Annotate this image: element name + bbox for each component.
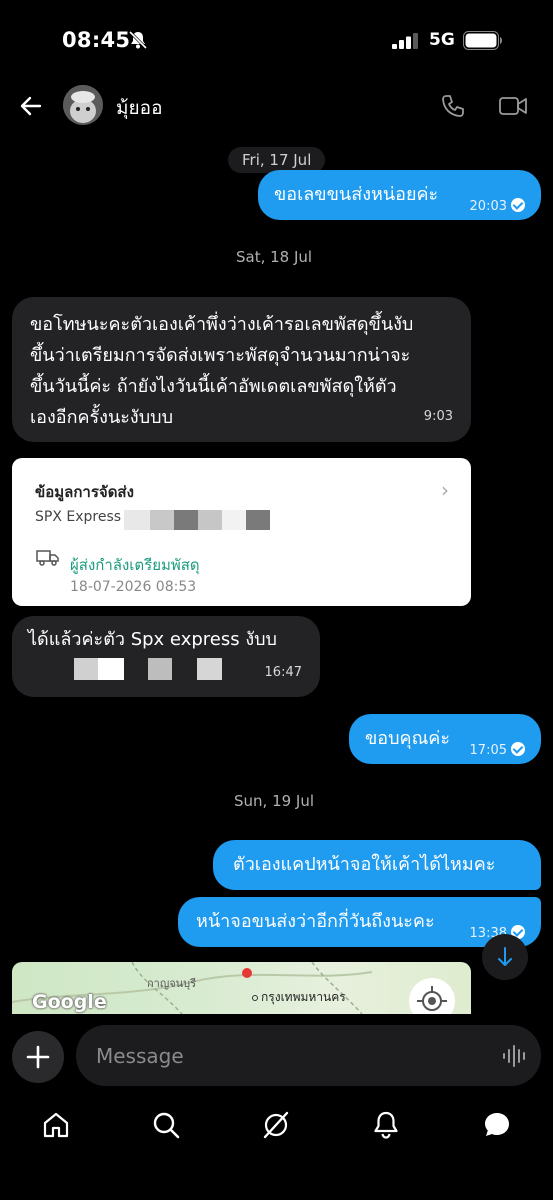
shipment-status: ผู้ส่งกำลังเตรียมพัสดุ — [70, 556, 200, 574]
message-line: ขอโทษนะคะตัวเองเค้าพึ่งว่างเค้ารอเลขพัสด… — [30, 314, 414, 335]
message-meta: 20:03 — [470, 191, 525, 221]
locate-button[interactable] — [409, 978, 455, 1014]
date-label: Sun, 19 Jul — [234, 792, 315, 810]
search-icon[interactable] — [151, 1110, 181, 1140]
truck-icon — [36, 550, 59, 566]
redacted-block — [124, 510, 150, 530]
messages-icon[interactable] — [482, 1110, 512, 1140]
shipment-carrier: SPX Express — [35, 509, 122, 525]
map-pin-icon — [242, 968, 252, 978]
message-text: ได้แล้วค่ะตัว Spx express งับบ — [28, 629, 277, 650]
message-time: 17:05 — [469, 743, 507, 758]
message-meta: 17:05 — [470, 735, 525, 765]
notifications-icon[interactable] — [371, 1110, 401, 1140]
arrow-down-icon — [498, 947, 512, 966]
date-separator: Fri, 17 Jul — [228, 147, 326, 173]
network-type: 5G — [429, 30, 455, 50]
message-line: ขึ้นว่าเตรียมการจัดส่งเพราะพัสดุจำนวนมาก… — [30, 345, 411, 366]
message-text: หน้าจอขนส่งว่าอีกกี่วันถึงนะคะ — [196, 911, 435, 932]
redacted-block — [148, 658, 172, 680]
message-line: ขึ้นวันนี้ค่ะ ถ้ายังไงวันนี้เค้าอัพเดตเล… — [30, 376, 397, 397]
bell-muted-icon — [128, 30, 148, 50]
redacted-block — [174, 510, 198, 530]
message-time: 9:03 — [423, 409, 453, 424]
message-outgoing[interactable]: ตัวเองแคปหน้าจอให้เค้าได้ไหมคะ — [213, 840, 541, 890]
home-icon[interactable] — [41, 1110, 71, 1140]
redacted-block — [74, 658, 98, 680]
message-incoming[interactable]: ขอโทษนะคะตัวเองเค้าพึ่งว่างเค้ารอเลขพัสด… — [12, 297, 471, 442]
read-check-icon — [511, 742, 525, 756]
read-check-icon — [511, 198, 525, 212]
date-label: Sat, 18 Jul — [236, 248, 313, 266]
message-line: เองอีกครั้งนะงับบบ — [30, 407, 173, 428]
shipment-timestamp: 18-07-2026 08:53 — [70, 579, 197, 595]
contact-name[interactable]: มุ้ยออ — [116, 93, 162, 123]
redacted-block — [150, 510, 174, 530]
battery-icon — [463, 31, 502, 50]
message-text: ขอบคุณค่ะ — [365, 728, 450, 749]
add-attachment-button[interactable] — [12, 1031, 64, 1083]
message-outgoing[interactable]: ขอบคุณค่ะ 17:05 — [349, 714, 541, 764]
contact-avatar[interactable] — [63, 85, 103, 125]
scroll-to-bottom-button[interactable] — [482, 934, 528, 980]
status-time: 08:45 — [62, 28, 131, 52]
redacted-block — [198, 510, 222, 530]
back-arrow-icon[interactable] — [18, 93, 44, 119]
message-incoming[interactable]: ได้แล้วค่ะตัว Spx express งับบ 16:47 — [12, 616, 320, 697]
map-city-text: กรุงเทพมหานคร — [261, 990, 346, 1004]
phone-call-icon[interactable] — [440, 93, 466, 119]
message-outgoing[interactable]: ขอเลขขนส่งหน่อยค่ะ 20:03 — [258, 170, 541, 220]
google-logo: Google — [32, 991, 107, 1013]
message-time: 16:47 — [264, 665, 302, 680]
message-input[interactable] — [76, 1025, 541, 1086]
redacted-block — [222, 510, 246, 530]
grok-icon[interactable] — [261, 1110, 291, 1140]
message-text: ขอเลขขนส่งหน่อยค่ะ — [274, 184, 439, 205]
date-separator: Sat, 18 Jul — [236, 248, 312, 266]
plus-icon — [26, 1045, 50, 1069]
message-text: ตัวเองแคปหน้าจอให้เค้าได้ไหมคะ — [233, 854, 496, 875]
date-separator: Sun, 19 Jul — [234, 792, 314, 810]
message-time: 20:03 — [469, 199, 507, 214]
map-city-label: กาญจนบุรี — [147, 977, 197, 990]
redacted-block — [197, 658, 222, 680]
crosshair-icon — [417, 986, 447, 1011]
shipment-title: ข้อมูลการจัดส่ง — [35, 483, 134, 501]
chevron-right-icon: › — [441, 478, 449, 502]
cell-signal-icon — [392, 33, 418, 49]
map-preview[interactable]: กาญจนบุรี กรุงเทพมหานคร Google — [12, 962, 471, 1014]
map-dot-icon — [252, 995, 258, 1001]
redacted-block — [246, 510, 270, 530]
shipment-card[interactable]: ข้อมูลการจัดส่ง › SPX Express ผู้ส่งกำลั… — [12, 458, 471, 606]
voice-message-icon[interactable] — [502, 1045, 528, 1067]
video-call-icon[interactable] — [498, 94, 528, 118]
map-city-label: กรุงเทพมหานคร — [252, 988, 346, 1007]
